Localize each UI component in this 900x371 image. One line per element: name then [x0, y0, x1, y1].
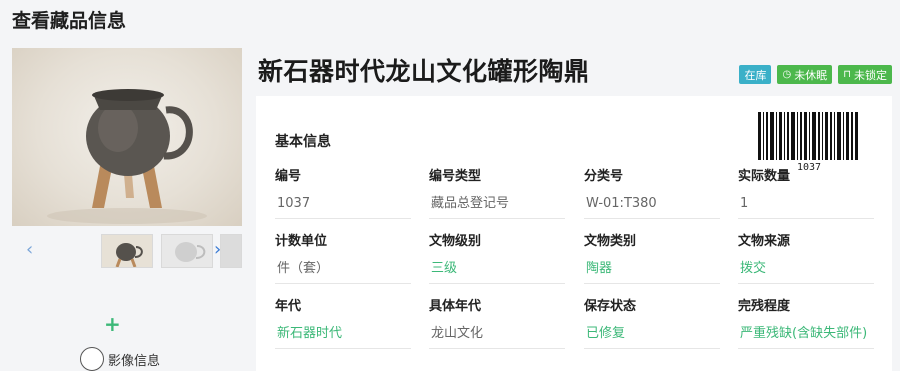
thumbnail-2[interactable]: [161, 234, 213, 268]
field-label: 实际数量: [738, 169, 791, 184]
field-unit: 计数单位 件（套）: [275, 233, 411, 284]
field-label: 保存状态: [584, 299, 637, 314]
field-value: 件（套）: [275, 257, 411, 284]
field-era: 年代 新石器时代: [275, 298, 411, 349]
info-card: 基本信息 1037 编号 1037 编号类型 藏品总登记号 分类号 W-01:T…: [256, 96, 892, 371]
clock-icon: ◷: [782, 69, 792, 80]
field-specific-era: 具体年代 龙山文化: [429, 298, 565, 349]
badge-label: 未休眠: [794, 69, 828, 82]
status-badges: 在库 ◷ 未休眠 ⊓ 未锁定: [739, 65, 892, 84]
item-title: 新石器时代龙山文化罐形陶鼎: [258, 57, 590, 86]
status-badge-not-dormant: ◷ 未休眠: [777, 65, 833, 84]
lock-icon: ⊓: [843, 69, 851, 80]
field-label: 分类号: [584, 169, 624, 184]
next-arrow-icon[interactable]: ›: [214, 240, 221, 260]
field-value[interactable]: 新石器时代: [275, 322, 411, 349]
section-title: 基本信息: [275, 134, 331, 150]
field-label: 具体年代: [429, 299, 482, 314]
field-label: 文物来源: [738, 234, 791, 249]
field-completeness: 完残程度 严重残缺(含缺失部件): [738, 298, 874, 349]
field-value: W-01:T380: [584, 192, 720, 219]
badge-label: 在库: [744, 69, 767, 82]
field-source: 文物来源 拨交: [738, 233, 874, 284]
field-value[interactable]: 拨交: [738, 257, 874, 284]
status-badge-in-stock: 在库: [739, 65, 772, 84]
field-id-type: 编号类型 藏品总登记号: [429, 168, 565, 219]
field-value: 1037: [275, 192, 411, 219]
field-value[interactable]: 陶器: [584, 257, 720, 284]
badge-label: 未锁定: [854, 69, 887, 82]
field-level: 文物级别 三级: [429, 233, 565, 284]
field-category: 文物类别 陶器: [584, 233, 720, 284]
field-label: 编号类型: [429, 169, 482, 184]
field-value: 藏品总登记号: [429, 192, 565, 219]
field-label: 编号: [275, 169, 302, 184]
field-label: 文物级别: [429, 234, 482, 249]
imaging-info-label: 影像信息: [108, 353, 161, 369]
thumbnail-strip: ‹ ›: [12, 232, 242, 270]
field-value: 1: [738, 192, 874, 219]
prev-arrow-icon[interactable]: ‹: [26, 240, 33, 260]
field-classification: 分类号 W-01:T380: [584, 168, 720, 219]
status-badge-not-locked: ⊓ 未锁定: [838, 65, 892, 84]
page-title: 查看藏品信息: [12, 10, 127, 32]
field-label: 计数单位: [275, 234, 328, 249]
field-label: 文物类别: [584, 234, 637, 249]
radio-circle-icon: [80, 347, 104, 371]
imaging-info-tab[interactable]: 影像信息: [80, 347, 160, 371]
barcode-icon: [758, 112, 858, 160]
thumbnail-1[interactable]: [101, 234, 153, 268]
main-artifact-photo[interactable]: [12, 48, 242, 226]
field-value[interactable]: 已修复: [584, 322, 720, 349]
field-label: 年代: [275, 299, 302, 314]
field-preservation: 保存状态 已修复: [584, 298, 720, 349]
field-quantity: 实际数量 1: [738, 168, 874, 219]
field-label: 完残程度: [738, 299, 791, 314]
add-image-button[interactable]: +: [104, 312, 121, 336]
field-value: 龙山文化: [429, 322, 565, 349]
field-id: 编号 1037: [275, 168, 411, 219]
pottery-tripod-image: [47, 89, 207, 224]
field-value[interactable]: 三级: [429, 257, 565, 284]
field-value[interactable]: 严重残缺(含缺失部件): [738, 322, 874, 349]
thumbnail-3[interactable]: [220, 234, 242, 268]
